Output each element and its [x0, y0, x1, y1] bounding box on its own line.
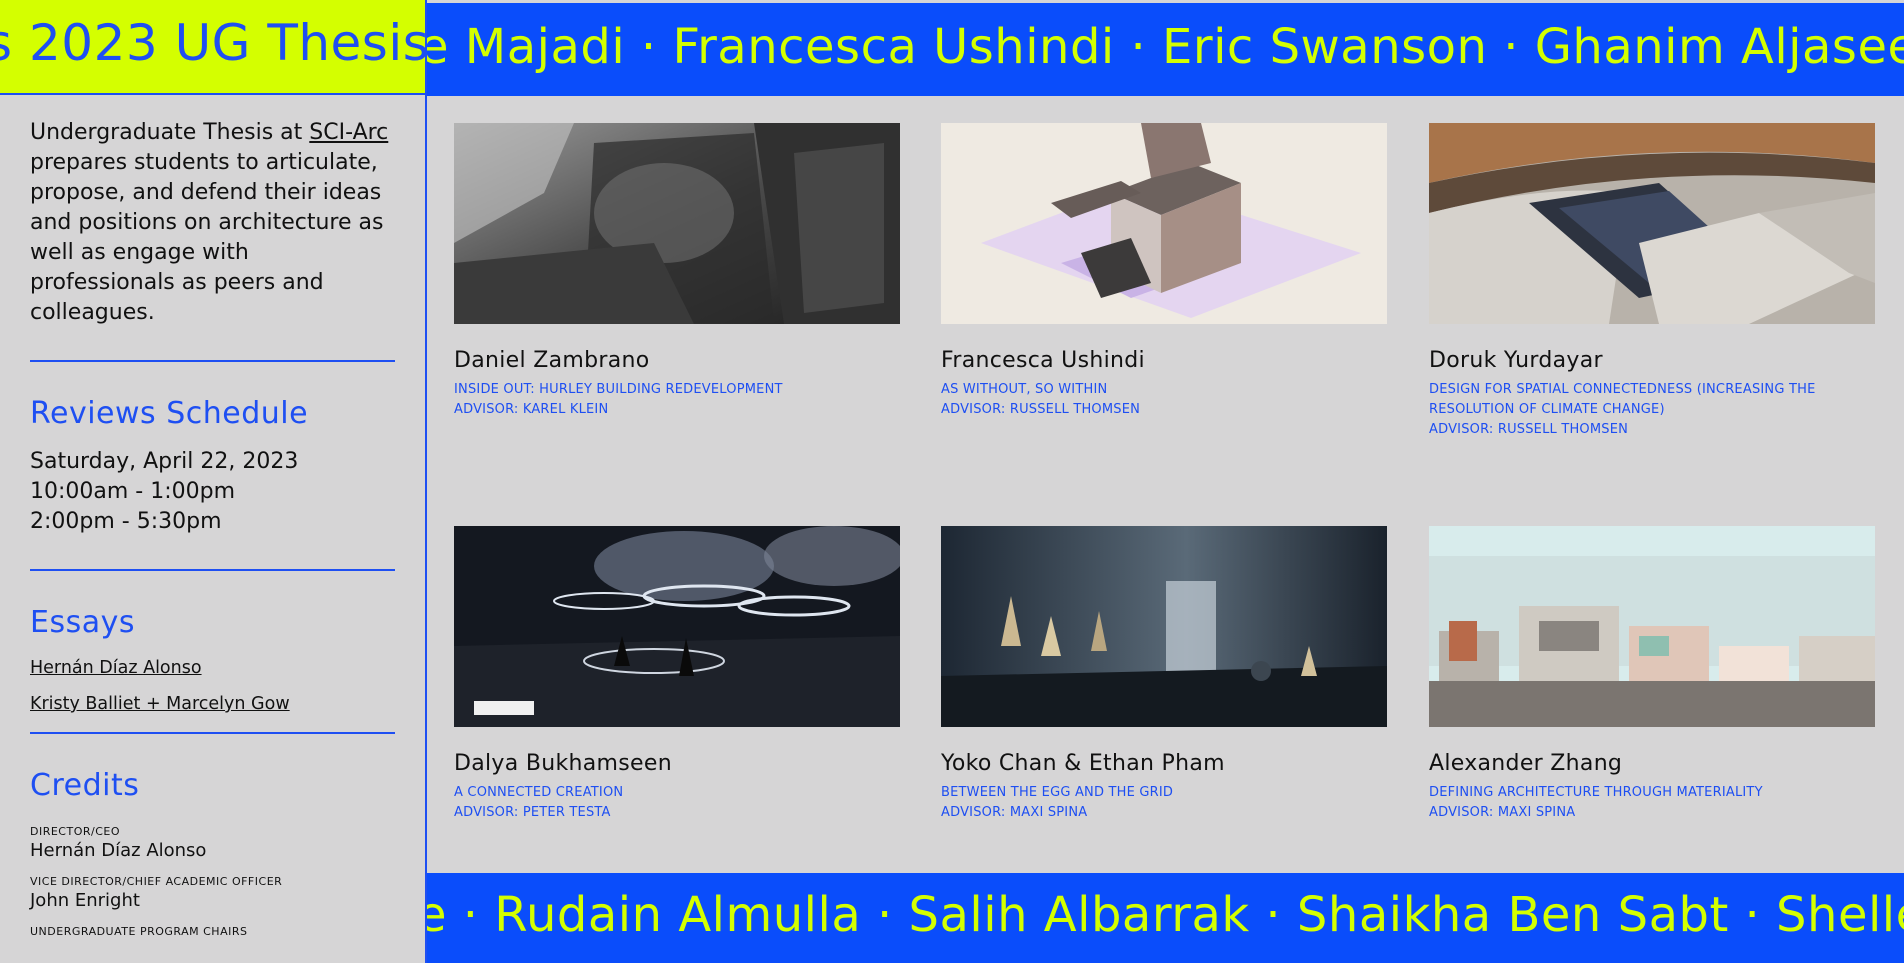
project-thumbnail-night-plaza-render[interactable]	[454, 526, 900, 727]
credit-name: Hernán Díaz Alonso	[30, 840, 207, 861]
site-title: s 2023 UG Thesis	[0, 14, 425, 72]
credit-item: DIRECTOR/CEO Hernán Díaz Alonso	[30, 825, 395, 861]
project-thumbnail-gray-interior-render[interactable]	[454, 123, 900, 324]
project-thumbnail-dark-corridor-render[interactable]	[941, 526, 1387, 727]
schedule-time-2: 2:00pm - 5:30pm	[30, 509, 222, 534]
sci-arc-link[interactable]: SCI-Arc	[309, 120, 388, 145]
project-card[interactable]: Yoko Chan & Ethan Pham BETWEEN THE EGG A…	[941, 526, 1387, 823]
ticker-text: e · Rudain Almulla · Salih Albarrak · Sh…	[427, 887, 1904, 943]
credit-name: John Enright	[30, 890, 140, 911]
essays-heading: Essays	[30, 605, 135, 640]
divider	[30, 732, 395, 734]
student-name[interactable]: Francesca Ushindi	[941, 348, 1387, 373]
project-card[interactable]: Alexander Zhang DEFINING ARCHITECTURE TH…	[1429, 526, 1875, 823]
student-name[interactable]: Alexander Zhang	[1429, 751, 1875, 776]
project-card[interactable]: Dalya Bukhamseen A CONNECTED CREATION AD…	[454, 526, 900, 823]
thesis-title: INSIDE OUT: HURLEY BUILDING REDEVELOPMEN…	[454, 382, 783, 397]
thesis-title: A CONNECTED CREATION	[454, 785, 624, 800]
student-name[interactable]: Yoko Chan & Ethan Pham	[941, 751, 1387, 776]
student-name[interactable]: Doruk Yurdayar	[1429, 348, 1875, 373]
reviews-schedule-heading: Reviews Schedule	[30, 396, 309, 431]
names-ticker-bottom: e · Rudain Almulla · Salih Albarrak · Sh…	[427, 873, 1904, 963]
project-thumbnail-city-elevation-collage[interactable]	[1429, 526, 1875, 727]
thesis-title: DESIGN FOR SPATIAL CONNECTEDNESS (INCREA…	[1429, 382, 1816, 417]
city-elevation-collage-image	[1429, 526, 1875, 727]
essay-link-diaz-alonso[interactable]: Hernán Díaz Alonso	[30, 658, 395, 678]
advisor: ADVISOR: MAXI SPINA	[941, 805, 1088, 820]
credits-list: DIRECTOR/CEO Hernán Díaz Alonso VICE DIR…	[30, 825, 395, 938]
schedule: Saturday, April 22, 2023 10:00am - 1:00p…	[30, 447, 395, 537]
project-thumbnail-axonometric-house-drawing[interactable]	[941, 123, 1387, 324]
advisor: ADVISOR: KAREL KLEIN	[454, 402, 609, 417]
credit-item: VICE DIRECTOR/CHIEF ACADEMIC OFFICER Joh…	[30, 875, 395, 911]
thesis-title: BETWEEN THE EGG AND THE GRID	[941, 785, 1174, 800]
gray-interior-render-image	[454, 123, 900, 324]
project-card[interactable]: Francesca Ushindi AS WITHOUT, SO WITHIN …	[941, 123, 1387, 420]
student-name[interactable]: Dalya Bukhamseen	[454, 751, 900, 776]
credit-role: DIRECTOR/CEO	[30, 825, 121, 838]
night-plaza-render-image	[454, 526, 900, 727]
axonometric-house-drawing-image	[941, 123, 1387, 324]
advisor: ADVISOR: RUSSELL THOMSEN	[1429, 422, 1629, 437]
intro-text-pre: Undergraduate Thesis at	[30, 120, 310, 145]
sidebar: s 2023 UG Thesis Undergraduate Thesis at…	[0, 0, 427, 963]
project-thumbnail-aerial-roof-render[interactable]	[1429, 123, 1875, 324]
schedule-date: Saturday, April 22, 2023	[30, 449, 299, 474]
ticker-text: e Majadi · Francesca Ushindi · Eric Swan…	[427, 19, 1904, 75]
advisor: ADVISOR: MAXI SPINA	[1429, 805, 1576, 820]
student-name[interactable]: Daniel Zambrano	[454, 348, 900, 373]
intro-text-post: prepares students to articulate, propose…	[30, 150, 384, 325]
dark-corridor-render-image	[941, 526, 1387, 727]
projects-grid: Daniel Zambrano INSIDE OUT: HURLEY BUILD…	[427, 96, 1904, 873]
divider	[30, 569, 395, 571]
essay-link-balliet-gow[interactable]: Kristy Balliet + Marcelyn Gow	[30, 694, 395, 714]
advisor: ADVISOR: RUSSELL THOMSEN	[941, 402, 1141, 417]
essays-list: Hernán Díaz Alonso Kristy Balliet + Marc…	[30, 658, 395, 714]
intro-text: Undergraduate Thesis at SCI-Arc prepares…	[30, 118, 395, 328]
sidebar-title-band: s 2023 UG Thesis	[0, 0, 425, 95]
thesis-title: DEFINING ARCHITECTURE THROUGH MATERIALIT…	[1429, 785, 1763, 800]
names-ticker-top: e Majadi · Francesca Ushindi · Eric Swan…	[427, 3, 1904, 96]
project-card[interactable]: Daniel Zambrano INSIDE OUT: HURLEY BUILD…	[454, 123, 900, 420]
divider	[30, 360, 395, 362]
credit-role: VICE DIRECTOR/CHIEF ACADEMIC OFFICER	[30, 875, 283, 888]
advisor: ADVISOR: PETER TESTA	[454, 805, 611, 820]
schedule-time-1: 10:00am - 1:00pm	[30, 479, 236, 504]
credit-item: UNDERGRADUATE PROGRAM CHAIRS	[30, 925, 395, 938]
aerial-roof-render-image	[1429, 123, 1875, 324]
credits-heading: Credits	[30, 768, 140, 803]
project-card[interactable]: Doruk Yurdayar DESIGN FOR SPATIAL CONNEC…	[1429, 123, 1875, 440]
thesis-title: AS WITHOUT, SO WITHIN	[941, 382, 1108, 397]
credit-role: UNDERGRADUATE PROGRAM CHAIRS	[30, 925, 248, 938]
